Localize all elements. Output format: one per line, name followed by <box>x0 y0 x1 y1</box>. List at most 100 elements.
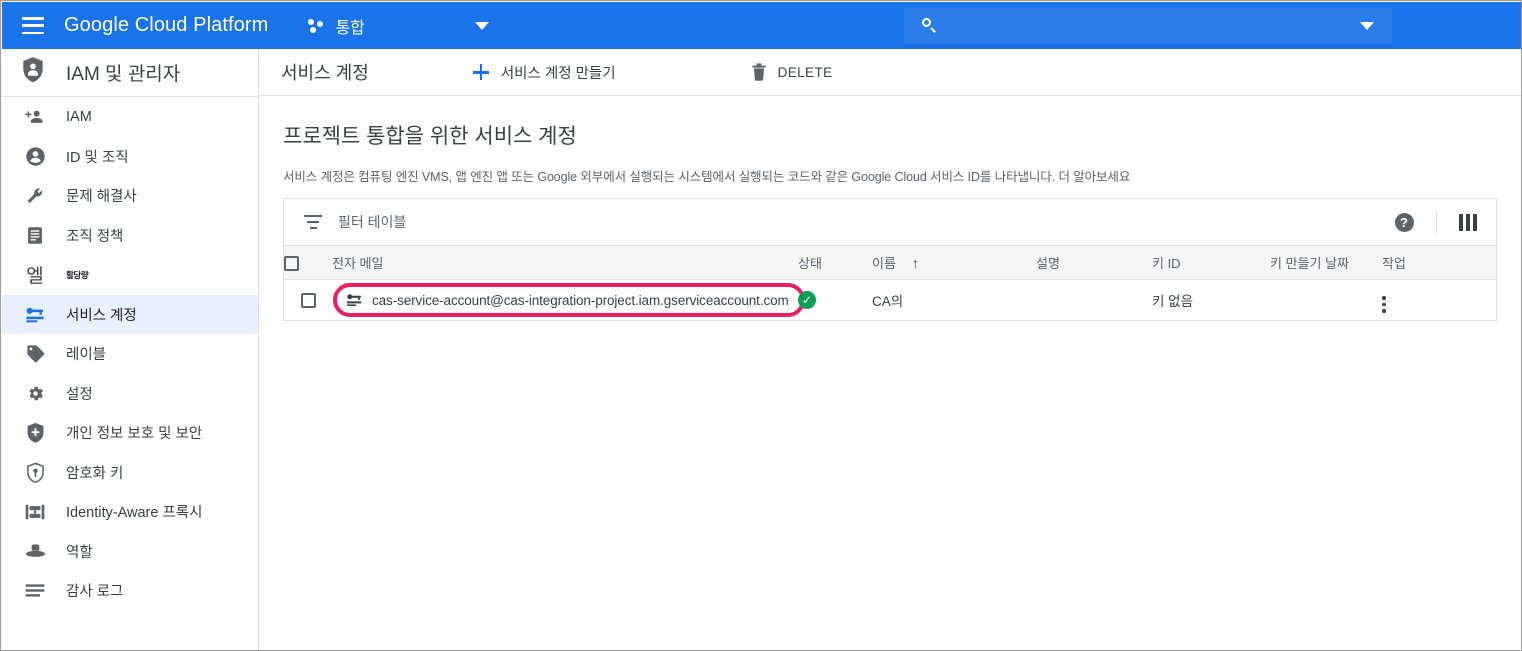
document-icon <box>24 224 46 246</box>
sidebar-item-label: IAM <box>66 109 92 125</box>
proxy-icon <box>24 501 46 523</box>
dots-cluster-icon <box>308 18 326 34</box>
sidebar-item-labels[interactable]: 레이블 <box>2 334 258 374</box>
create-service-account-label: 서비스 계정 만들기 <box>501 62 616 83</box>
filter-bar-actions: ? <box>1395 211 1478 233</box>
filter-input[interactable]: 필터 테이블 <box>338 212 406 232</box>
table-row[interactable]: cas-service-account@cas-integration-proj… <box>284 280 1496 321</box>
sidebar-title: IAM 및 관리자 <box>66 59 180 86</box>
sidebar-item-label: 서비스 계정 <box>66 304 137 325</box>
sidebar-item-id-and-org[interactable]: ID 및 조직 <box>2 137 258 177</box>
row-select-cell <box>284 280 332 321</box>
sort-ascending-icon: ↑ <box>912 255 919 271</box>
header-actions: 작업 <box>1382 246 1496 280</box>
cell-key-created-date <box>1270 280 1382 321</box>
project-selector[interactable]: 통합 <box>308 14 364 38</box>
plus-icon <box>473 64 489 80</box>
wrench-icon <box>24 185 46 207</box>
page-description: 서비스 계정은 컴퓨팅 엔진 VMS, 앱 엔진 앱 또는 Google 외부에… <box>283 166 1522 185</box>
sidebar-item-quotas[interactable]: 엘 할당량 <box>2 255 258 295</box>
shield-person-icon <box>20 56 46 89</box>
header-description[interactable]: 설명 <box>1036 246 1152 280</box>
chevron-down-icon[interactable] <box>475 22 489 30</box>
brand-title: Google Cloud Platform <box>64 14 268 37</box>
cell-email: cas-service-account@cas-integration-proj… <box>332 280 798 321</box>
main-content: 서비스 계정 서비스 계정 만들기 DELETE 프로젝트 통합을 위한 서비스… <box>259 49 1522 651</box>
sidebar-item-audit-logs[interactable]: 감사 로그 <box>2 571 258 611</box>
service-accounts-table: 전자 메일 상태 이름 ↑ 설명 키 ID 키 만들기 날짜 작업 <box>284 246 1496 321</box>
column-display-icon[interactable] <box>1459 214 1478 231</box>
cell-status: ✓ <box>798 280 872 321</box>
sidebar: IAM 및 관리자 IAM ID 및 조직 <box>2 49 259 651</box>
cell-description <box>1036 280 1152 321</box>
check-circle-icon: ✓ <box>798 291 816 309</box>
divider <box>1436 211 1437 233</box>
sidebar-item-label: 감사 로그 <box>66 580 123 601</box>
sidebar-item-roles[interactable]: 역할 <box>2 532 258 572</box>
header-name[interactable]: 이름 ↑ <box>872 246 1036 280</box>
delete-button[interactable]: DELETE <box>751 63 833 81</box>
cell-name: CA의 <box>872 280 1036 321</box>
sidebar-header: IAM 및 관리자 <box>2 49 258 97</box>
sidebar-item-troubleshooter[interactable]: 문제 해결사 <box>2 176 258 216</box>
header-select-all <box>284 246 332 280</box>
sidebar-item-identity-aware-proxy[interactable]: Identity-Aware 프록시 <box>2 492 258 532</box>
top-app-bar: Google Cloud Platform 통합 <box>2 2 1522 49</box>
tag-icon <box>24 343 46 365</box>
search-input[interactable] <box>938 17 1360 35</box>
sidebar-item-service-accounts[interactable]: 서비스 계정 <box>2 295 258 335</box>
email-highlight-box[interactable]: cas-service-account@cas-integration-proj… <box>333 283 805 317</box>
gear-icon <box>24 382 46 404</box>
key-shield-icon <box>24 461 46 483</box>
hamburger-icon[interactable] <box>22 17 44 34</box>
row-checkbox[interactable] <box>301 293 316 308</box>
page-body: 프로젝트 통합을 위한 서비스 계정 서비스 계정은 컴퓨팅 엔진 VMS, 앱… <box>259 96 1522 185</box>
key-card-icon <box>346 293 363 307</box>
search-chevron-down-icon[interactable] <box>1360 22 1374 30</box>
header-email[interactable]: 전자 메일 <box>332 246 798 280</box>
sidebar-item-label: 조직 정책 <box>66 225 123 246</box>
sidebar-item-org-policy[interactable]: 조직 정책 <box>2 216 258 256</box>
table-header-row: 전자 메일 상태 이름 ↑ 설명 키 ID 키 만들기 날짜 작업 <box>284 246 1496 280</box>
sidebar-item-iam[interactable]: IAM <box>2 97 258 137</box>
header-key-id[interactable]: 키 ID <box>1152 246 1270 280</box>
trash-icon <box>751 63 767 81</box>
sidebar-item-label: 할당량 <box>66 269 88 281</box>
cell-key-id: 키 없음 <box>1152 280 1270 321</box>
sidebar-item-label: 레이블 <box>66 343 106 364</box>
create-service-account-button[interactable]: 서비스 계정 만들기 <box>473 62 616 83</box>
sidebar-item-label: 설정 <box>66 383 93 404</box>
person-add-icon <box>24 106 46 128</box>
cell-actions <box>1382 280 1496 321</box>
key-card-icon <box>24 303 46 325</box>
sidebar-item-label: Identity-Aware 프록시 <box>66 501 202 522</box>
page-heading: 프로젝트 통합을 위한 서비스 계정 <box>283 120 1522 150</box>
app-window: Google Cloud Platform 통합 IAM 및 관리자 <box>0 0 1522 651</box>
header-name-label: 이름 <box>872 256 896 271</box>
email-text: cas-service-account@cas-integration-proj… <box>372 293 789 308</box>
sidebar-item-label: 문제 해결사 <box>66 185 137 206</box>
search-icon <box>922 18 938 34</box>
help-icon[interactable]: ? <box>1395 213 1414 232</box>
header-key-created-date[interactable]: 키 만들기 날짜 <box>1270 246 1382 280</box>
hat-icon <box>24 540 46 562</box>
filter-icon[interactable] <box>304 215 322 229</box>
header-status[interactable]: 상태 <box>798 246 872 280</box>
sidebar-item-settings[interactable]: 설정 <box>2 374 258 414</box>
project-name-label: 통합 <box>335 14 364 38</box>
search-box[interactable] <box>904 8 1392 44</box>
page-title: 서비스 계정 <box>281 59 369 85</box>
filter-bar: 필터 테이블 ? <box>284 199 1496 246</box>
sidebar-item-label: 역할 <box>66 541 93 562</box>
quota-icon: 엘 <box>24 264 46 286</box>
sidebar-item-encryption-keys[interactable]: 암호화 키 <box>2 453 258 493</box>
sidebar-item-label: 암호화 키 <box>66 462 123 483</box>
sidebar-item-privacy-security[interactable]: 개인 정보 보호 및 보안 <box>2 413 258 453</box>
list-lines-icon <box>24 580 46 602</box>
sidebar-item-label: ID 및 조직 <box>66 146 129 167</box>
select-all-checkbox[interactable] <box>284 256 299 271</box>
shield-icon <box>24 422 46 444</box>
sidebar-item-label: 개인 정보 보호 및 보안 <box>66 422 202 443</box>
delete-label: DELETE <box>778 65 833 80</box>
kebab-menu-icon[interactable] <box>1382 296 1386 313</box>
